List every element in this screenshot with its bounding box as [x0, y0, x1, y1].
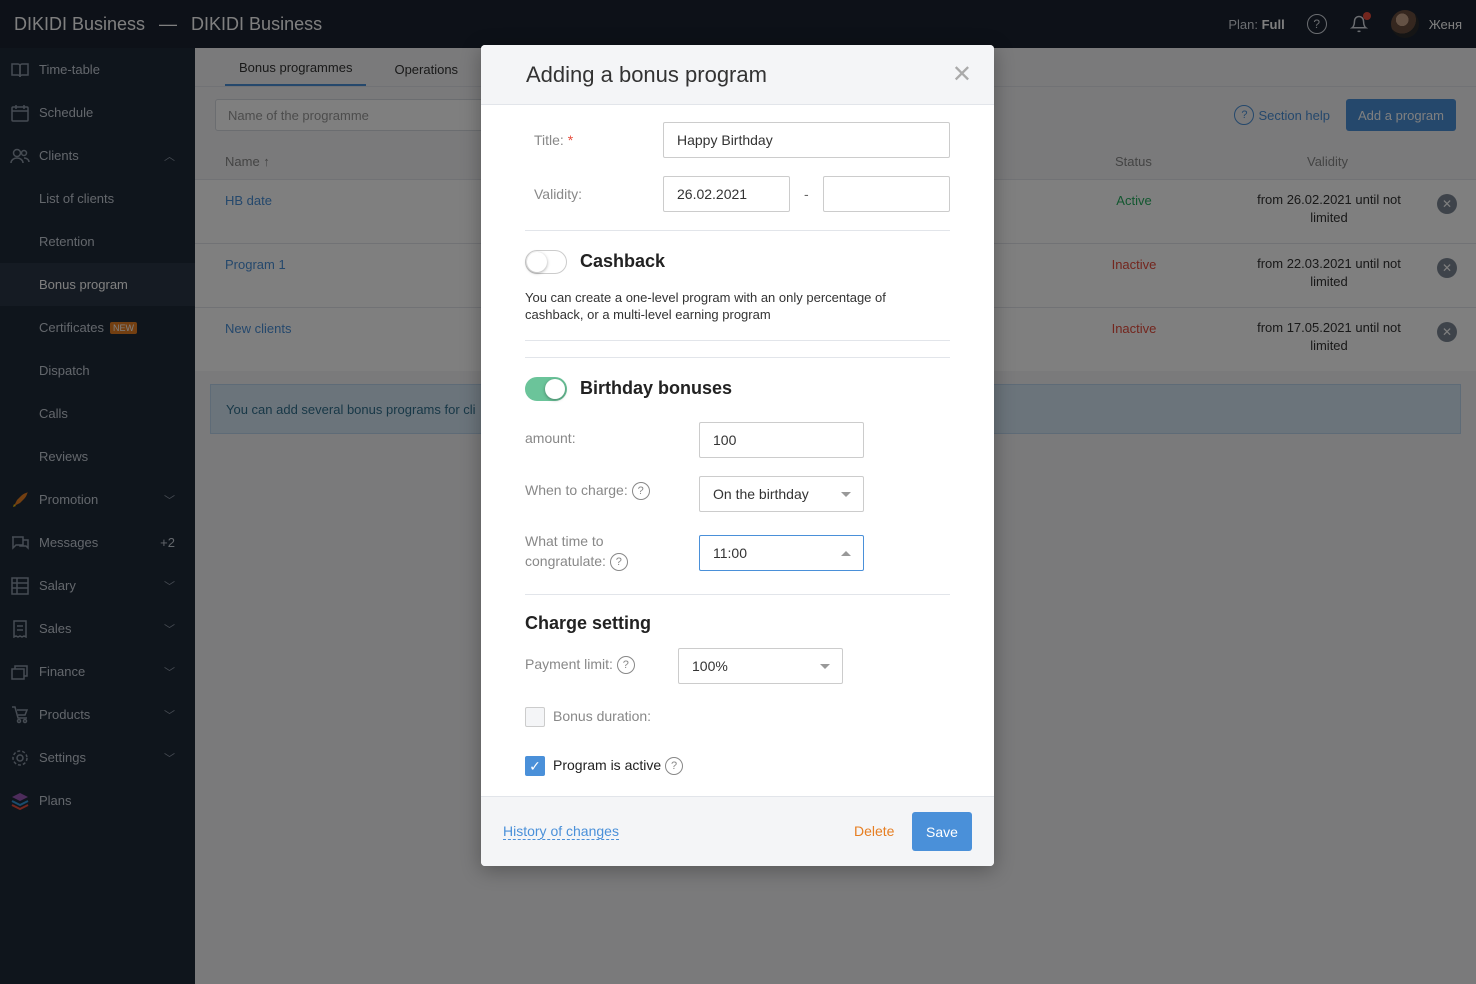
title-label-text: Title: — [534, 132, 564, 148]
bonus-duration-checkbox[interactable] — [525, 707, 545, 727]
amount-label: amount: — [525, 430, 576, 446]
modal-title: Adding a bonus program — [526, 61, 767, 87]
validity-from-input[interactable]: 26.02.2021 — [663, 176, 790, 212]
help-icon[interactable]: ? — [631, 482, 650, 501]
help-icon[interactable]: ? — [665, 757, 684, 776]
cashback-description: You can create a one-level program with … — [525, 290, 886, 322]
divider — [525, 230, 950, 231]
divider — [525, 594, 950, 595]
toggle-knob — [527, 252, 547, 272]
divider — [525, 357, 950, 358]
toggle-knob — [545, 379, 565, 399]
program-active-checkbox[interactable]: ✓ — [525, 756, 545, 776]
payment-limit-text: Payment limit: — [525, 656, 613, 672]
modal-header: Adding a bonus program ✕ — [481, 45, 994, 105]
amount-input[interactable]: 100 — [699, 422, 864, 458]
when-to-charge-value: On the birthday — [713, 486, 809, 502]
payment-limit-value: 100% — [692, 658, 728, 674]
dropdown-arrow-icon — [841, 551, 851, 556]
save-button[interactable]: Save — [912, 812, 972, 851]
congratulate-time-label: What time to congratulate: ? — [525, 531, 628, 572]
when-to-charge-label: When to charge: ? — [525, 482, 650, 501]
birthday-bonuses-toggle[interactable] — [525, 377, 567, 401]
program-active-text: Program is active — [553, 757, 662, 773]
payment-limit-label: Payment limit: ? — [525, 656, 635, 675]
charge-setting-title: Charge setting — [525, 613, 652, 633]
dropdown-arrow-icon — [820, 664, 830, 669]
validity-label: Validity: — [534, 186, 582, 202]
close-icon[interactable]: ✕ — [952, 63, 972, 87]
title-label: Title: * — [534, 132, 573, 148]
delete-button[interactable]: Delete — [854, 823, 894, 839]
bonus-duration-label: Bonus duration: — [553, 708, 652, 724]
required-mark: * — [567, 132, 574, 148]
payment-limit-select[interactable]: 100% — [678, 648, 843, 684]
validity-separator: - — [804, 186, 809, 202]
help-icon[interactable]: ? — [616, 656, 635, 675]
program-active-label: Program is active ? — [553, 757, 684, 776]
modal-footer: History of changes Delete Save — [481, 796, 994, 866]
cashback-toggle[interactable] — [525, 250, 567, 274]
help-icon[interactable]: ? — [609, 553, 628, 572]
congratulate-time-value: 11:00 — [713, 545, 747, 561]
divider — [525, 340, 950, 341]
validity-to-input[interactable] — [823, 176, 950, 212]
dropdown-arrow-icon — [841, 492, 851, 497]
when-to-charge-text: When to charge: — [525, 482, 628, 498]
history-of-changes-link[interactable]: History of changes — [503, 823, 619, 840]
title-input[interactable]: Happy Birthday — [663, 122, 950, 158]
congratulate-time-text-1: What time to — [525, 533, 604, 549]
when-to-charge-select[interactable]: On the birthday — [699, 476, 864, 512]
cashback-title: Cashback — [580, 251, 666, 271]
congratulate-time-select[interactable]: 11:00 — [699, 535, 864, 571]
bonus-program-modal: Adding a bonus program ✕ Title: * Happy … — [481, 45, 994, 866]
congratulate-time-text-2: congratulate: — [525, 553, 606, 569]
birthday-bonuses-title: Birthday bonuses — [580, 378, 733, 398]
